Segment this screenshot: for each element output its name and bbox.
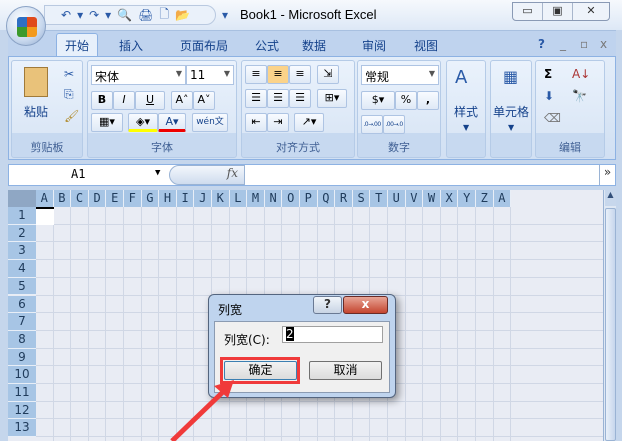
- annotation-arrow: [170, 380, 234, 441]
